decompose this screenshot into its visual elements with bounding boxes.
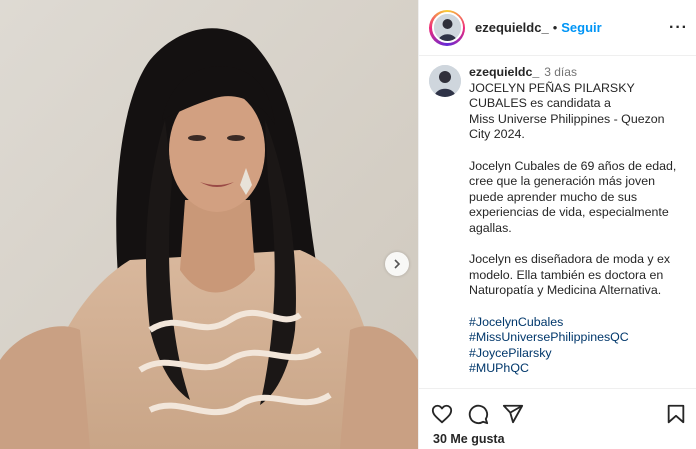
- post-image: [0, 0, 418, 449]
- more-options-button[interactable]: ···: [669, 19, 688, 37]
- post-sidebar: ezequieldc_ • Seguir ··· ezequieldc_ 3 dí…: [418, 0, 696, 449]
- heart-icon: [431, 404, 453, 424]
- hashtag-link[interactable]: #MUPhQC: [469, 361, 687, 377]
- action-bar: 30 Me gusta: [419, 388, 696, 449]
- comment-icon: [468, 404, 489, 425]
- hashtag-link[interactable]: #MissUniversePhilippinesQC: [469, 330, 687, 346]
- caption-line: JOCELYN PEÑAS PILARSKY CUBALES es candid…: [469, 80, 635, 111]
- hashtag-link[interactable]: #JoycePilarsky: [469, 346, 687, 362]
- caption-line: Jocelyn es diseñadora de moda y ex model…: [469, 252, 671, 298]
- likes-count[interactable]: 30 Me gusta: [433, 432, 505, 446]
- next-image-button[interactable]: [385, 252, 409, 276]
- caption-line: Miss Universe Philippines - Quezon City …: [469, 111, 665, 142]
- comment-button[interactable]: [467, 403, 491, 427]
- story-ring[interactable]: [429, 9, 465, 46]
- post-header: ezequieldc_ • Seguir ···: [419, 0, 696, 56]
- post-time[interactable]: 3 días: [544, 65, 577, 79]
- separator-dot: •: [552, 20, 558, 35]
- avatar-icon: [429, 65, 461, 97]
- avatar-icon: [433, 14, 461, 41]
- post-photo[interactable]: [0, 0, 418, 449]
- share-button[interactable]: [502, 403, 526, 427]
- share-icon: [502, 404, 524, 424]
- caption-section[interactable]: ezequieldc_ 3 días JOCELYN PEÑAS PILARSKY…: [419, 57, 696, 387]
- follow-button[interactable]: Seguir: [561, 20, 601, 35]
- caption-avatar[interactable]: [429, 65, 461, 97]
- header-username[interactable]: ezequieldc_: [475, 20, 549, 35]
- caption-line: Jocelyn Cubales de 69 años de edad, cree…: [469, 158, 677, 235]
- caption-username[interactable]: ezequieldc_: [469, 65, 539, 79]
- chevron-right-icon: [394, 259, 401, 269]
- save-button[interactable]: [665, 403, 689, 427]
- hashtag-link[interactable]: #JocelynCubales: [469, 315, 687, 331]
- avatar: [431, 12, 463, 43]
- like-button[interactable]: [431, 403, 455, 427]
- caption-text: ezequieldc_ 3 días JOCELYN PEÑAS PILARSKY…: [469, 65, 687, 387]
- bookmark-icon: [667, 404, 685, 424]
